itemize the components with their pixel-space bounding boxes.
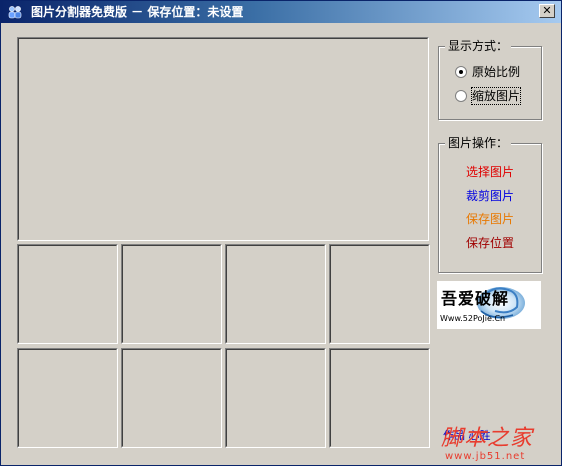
tile-panel[interactable]: [329, 244, 430, 344]
app-people-icon: [8, 6, 22, 19]
app-window: 图片分割器免费版 － 保存位置：未设置 ✕ 显示方式： 原始比例 缩放图片 图片…: [0, 0, 562, 466]
save-location-link[interactable]: 保存位置: [439, 235, 541, 251]
title-bar[interactable]: 图片分割器免费版 － 保存位置：未设置 ✕: [1, 1, 561, 23]
close-icon: ✕: [542, 4, 552, 17]
watermark-url-text: www.jb51.net: [445, 451, 526, 462]
image-preview-panel[interactable]: [17, 37, 429, 241]
image-ops-legend: 图片操作：: [445, 136, 512, 150]
display-mode-legend: 显示方式：: [445, 39, 512, 53]
tile-panel[interactable]: [225, 244, 326, 344]
tile-panel[interactable]: [17, 348, 118, 448]
tile-panel[interactable]: [121, 244, 222, 344]
logo-sub-text: Www.52PoJie.Cn: [440, 314, 506, 323]
image-ops-group: 图片操作： 选择图片 裁剪图片 保存图片 保存位置: [438, 136, 542, 273]
select-image-link[interactable]: 选择图片: [439, 164, 541, 180]
radio-unchecked-icon: [455, 90, 467, 102]
radio-original-ratio[interactable]: 原始比例: [455, 64, 535, 80]
logo-main-text: 吾爱破解: [441, 289, 510, 308]
site-watermark: 脚本之家 www.jb51.net: [437, 417, 563, 467]
radio-scale-image[interactable]: 缩放图片: [455, 87, 535, 105]
tile-panel[interactable]: [121, 348, 222, 448]
window-title: 图片分割器免费版 － 保存位置：未设置: [31, 5, 244, 19]
crop-image-link[interactable]: 裁剪图片: [439, 188, 541, 204]
tile-panel[interactable]: [17, 244, 118, 344]
tile-panel[interactable]: [329, 348, 430, 448]
watermark-cn-text: 脚本之家: [441, 426, 534, 451]
tile-panel[interactable]: [225, 348, 326, 448]
radio-original-ratio-label: 原始比例: [472, 65, 521, 79]
radio-checked-icon: [455, 66, 467, 78]
save-image-link[interactable]: 保存图片: [439, 211, 541, 227]
display-mode-group: 显示方式： 原始比例 缩放图片: [438, 39, 542, 120]
logo-52pojie[interactable]: 吾爱破解 Www.52PoJie.Cn: [437, 281, 541, 329]
close-button[interactable]: ✕: [539, 4, 555, 18]
radio-scale-image-label: 缩放图片: [470, 87, 522, 105]
